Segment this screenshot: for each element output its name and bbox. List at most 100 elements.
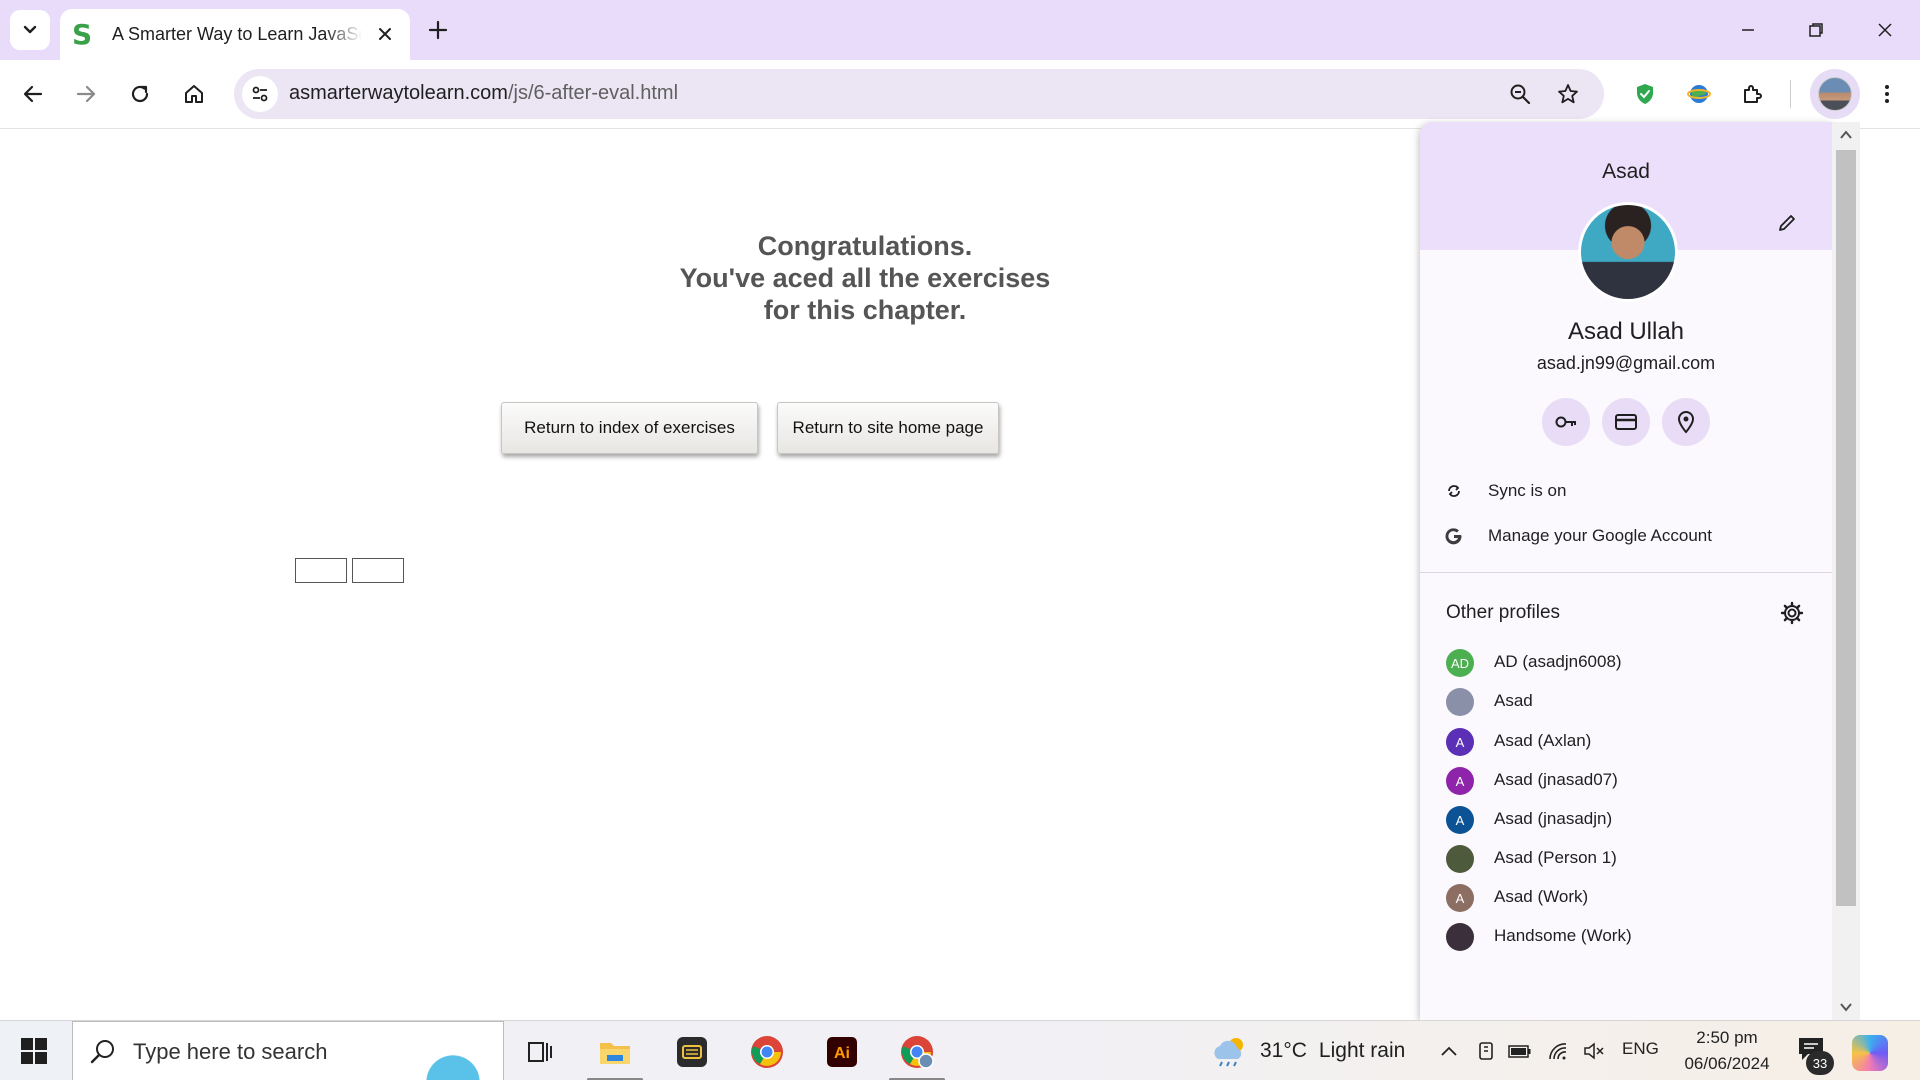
- profile-item-name: Asad: [1494, 691, 1533, 710]
- manage-profiles-button[interactable]: [1778, 599, 1806, 627]
- cloud-rain-icon: [1214, 1038, 1243, 1067]
- back-button[interactable]: [12, 73, 54, 115]
- tray-device-button[interactable]: [1474, 1039, 1498, 1063]
- profile-menu: Asad Asad Ullah asad.jn99@gmail.com Sync…: [1420, 122, 1832, 1020]
- address-bar[interactable]: asmarterwaytolearn.com/js/6-after-eval.h…: [234, 69, 1604, 119]
- zoom-button[interactable]: [1504, 78, 1536, 110]
- profile-item[interactable]: AD AD (asadjn6008): [1420, 643, 1832, 683]
- return-to-home-button[interactable]: Return to site home page: [777, 402, 999, 454]
- extension-shield-button[interactable]: [1624, 73, 1666, 115]
- manage-account-row[interactable]: Manage your Google Account: [1420, 516, 1832, 556]
- chrome-profile-button[interactable]: [881, 1027, 953, 1080]
- app-terminal-button[interactable]: [656, 1027, 728, 1077]
- chrome-button[interactable]: [731, 1027, 803, 1077]
- forward-button[interactable]: [65, 73, 107, 115]
- site-info-button[interactable]: [242, 76, 278, 112]
- profile-item[interactable]: A Asad (jnasadjn): [1420, 800, 1832, 840]
- volume-muted-icon: [1584, 1042, 1604, 1060]
- tab-close-button[interactable]: [374, 23, 396, 45]
- reload-button[interactable]: [119, 73, 161, 115]
- profile-item[interactable]: Asad: [1420, 682, 1832, 722]
- illustrator-button[interactable]: Ai: [806, 1027, 878, 1077]
- clock[interactable]: 2:50 pm 06/06/2024: [1672, 1025, 1782, 1077]
- profile-item[interactable]: A Asad (Axlan): [1420, 722, 1832, 762]
- svg-text:Ai: Ai: [834, 1045, 850, 1062]
- file-explorer-button[interactable]: [579, 1027, 651, 1080]
- wifi-button[interactable]: [1546, 1039, 1570, 1063]
- minimize-icon: [1742, 29, 1754, 31]
- profile-avatar-small: A: [1446, 806, 1474, 834]
- url-text: asmarterwaytolearn.com/js/6-after-eval.h…: [289, 82, 678, 105]
- puzzle-icon: [1744, 85, 1762, 103]
- profile-item[interactable]: A Asad (jnasad07): [1420, 761, 1832, 801]
- profile-item[interactable]: Asad (Person 1): [1420, 839, 1832, 879]
- volume-button[interactable]: [1582, 1039, 1606, 1063]
- site-favicon-icon: S: [72, 17, 93, 51]
- language-indicator[interactable]: ENG: [1622, 1039, 1659, 1059]
- arrow-right-icon: [76, 85, 96, 103]
- scrollbar-thumb[interactable]: [1836, 150, 1856, 906]
- sync-row[interactable]: Sync is on: [1420, 471, 1832, 511]
- profile-item-name: AD (asadjn6008): [1494, 652, 1622, 671]
- tab-search-button[interactable]: [10, 10, 50, 50]
- congrats-message: Congratulations. You've aced all the exe…: [565, 230, 1165, 326]
- profile-item-name: Asad (jnasad07): [1494, 770, 1618, 789]
- profile-avatar-small: A: [1446, 767, 1474, 795]
- url-host: asmarterwaytolearn.com: [289, 82, 508, 104]
- battery-button[interactable]: [1508, 1039, 1532, 1063]
- arrow-left-icon: [23, 85, 43, 103]
- device-icon: [1479, 1042, 1493, 1060]
- profile-item-name: Asad (Axlan): [1494, 731, 1592, 750]
- profile-button[interactable]: [1810, 69, 1860, 119]
- restore-button[interactable]: [1786, 6, 1846, 54]
- tune-icon: [252, 86, 268, 102]
- start-button[interactable]: [14, 1033, 54, 1069]
- passwords-button[interactable]: [1542, 398, 1590, 446]
- return-to-index-button[interactable]: Return to index of exercises: [501, 402, 758, 454]
- profile-avatar-small: A: [1446, 884, 1474, 912]
- payment-methods-button[interactable]: [1602, 398, 1650, 446]
- empty-input-box[interactable]: [295, 558, 347, 583]
- sync-label: Sync is on: [1488, 481, 1567, 500]
- close-icon: [1878, 23, 1892, 37]
- new-tab-button[interactable]: [420, 12, 456, 48]
- tab-active[interactable]: S A Smarter Way to Learn JavaScript: [60, 9, 410, 60]
- edit-profile-button[interactable]: [1772, 208, 1802, 238]
- profile-item[interactable]: A Asad (Work): [1420, 878, 1832, 918]
- extension-globe-button[interactable]: [1678, 73, 1720, 115]
- menu-button[interactable]: [1866, 73, 1908, 115]
- empty-input-box[interactable]: [352, 558, 404, 583]
- taskbar-search[interactable]: Type here to search: [72, 1021, 504, 1080]
- minimize-button[interactable]: [1718, 6, 1778, 54]
- extensions-button[interactable]: [1732, 73, 1774, 115]
- congrats-line: Congratulations.: [757, 231, 973, 261]
- url-path: /js/6-after-eval.html: [507, 82, 679, 104]
- task-view-button[interactable]: [504, 1027, 576, 1077]
- wifi-icon: [1549, 1043, 1567, 1060]
- copilot-icon[interactable]: [1852, 1035, 1888, 1071]
- profile-item-name: Asad (Work): [1494, 887, 1589, 906]
- folder-icon: [600, 1043, 630, 1064]
- profile-full-name: Asad Ullah: [1567, 318, 1685, 345]
- home-button[interactable]: [173, 73, 215, 115]
- show-hidden-icons-button[interactable]: [1437, 1039, 1461, 1063]
- shield-icon: [1637, 84, 1653, 104]
- bookmark-button[interactable]: [1552, 78, 1584, 110]
- other-profiles-title: Other profiles: [1446, 602, 1561, 623]
- sync-icon: [1442, 479, 1466, 503]
- location-pin-icon: [1677, 411, 1695, 434]
- weather-widget[interactable]: 31°C Light rain: [1210, 1035, 1405, 1067]
- weather-text: Light rain: [1318, 1039, 1406, 1062]
- star-icon: [1558, 84, 1578, 104]
- addresses-button[interactable]: [1662, 398, 1710, 446]
- profile-item-name: Asad (Person 1): [1494, 848, 1617, 867]
- profile-avatar-small: [1446, 923, 1474, 951]
- close-window-button[interactable]: [1855, 6, 1915, 54]
- search-placeholder: Type here to search: [133, 1039, 328, 1064]
- chevron-up-icon: [1840, 130, 1852, 139]
- restore-icon: [1809, 23, 1823, 37]
- battery-icon: [1508, 1045, 1531, 1058]
- task-view-icon: [528, 1042, 552, 1062]
- notification-count-badge: 33: [1806, 1051, 1834, 1075]
- profile-item[interactable]: Handsome (Work): [1420, 917, 1832, 957]
